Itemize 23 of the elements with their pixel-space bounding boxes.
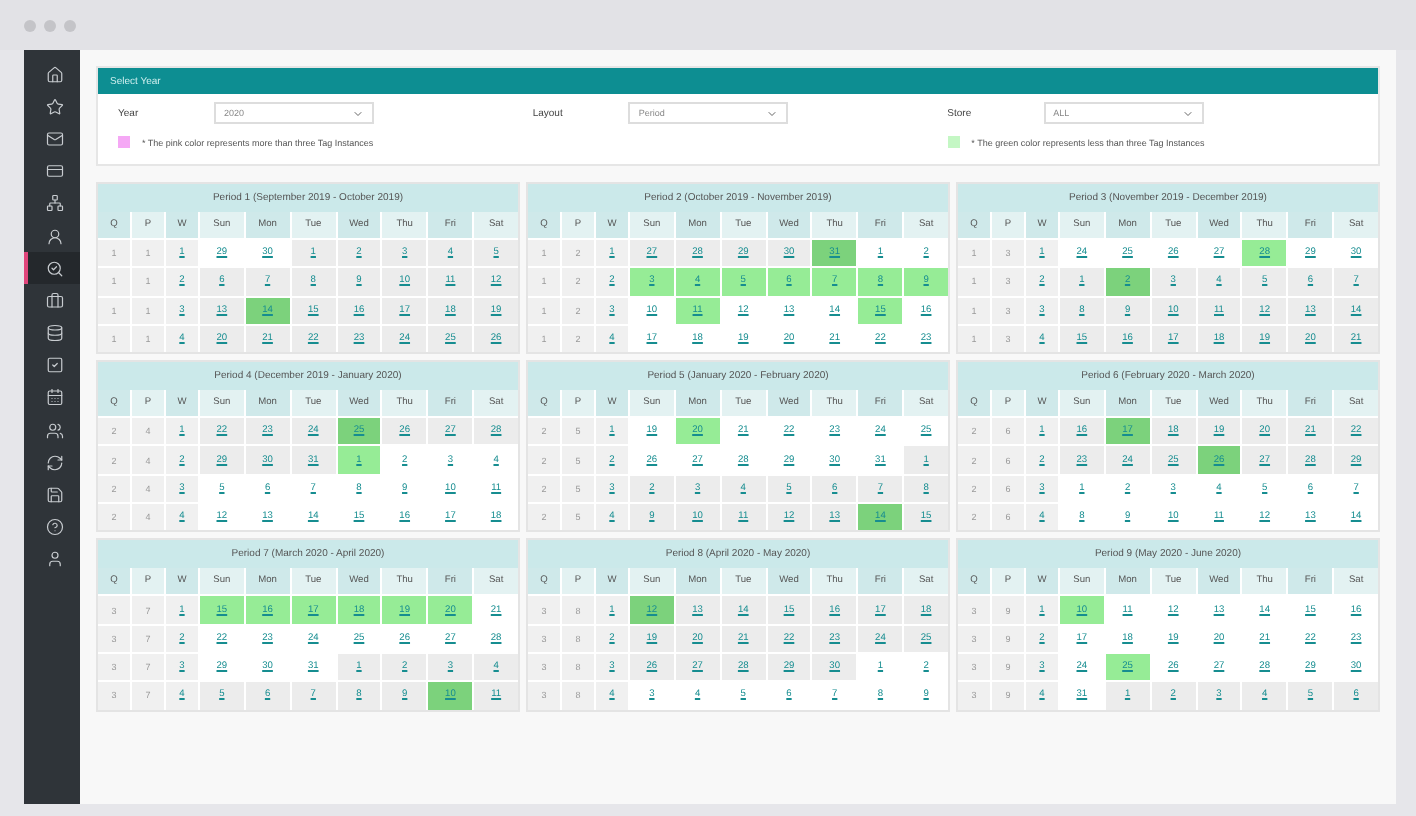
save-icon — [45, 486, 63, 505]
sitemap-icon — [45, 194, 63, 213]
window-dot-icon — [44, 19, 56, 31]
search-icon — [45, 259, 63, 278]
caret-icon — [766, 107, 779, 119]
calendar-icon — [45, 388, 63, 407]
mail-icon — [45, 129, 63, 148]
window-dot-icon — [64, 19, 76, 31]
user-icon — [45, 550, 63, 569]
database-icon — [45, 324, 63, 343]
card-icon — [45, 162, 63, 181]
users-icon — [45, 421, 63, 440]
window-dot-icon — [24, 19, 36, 31]
sidebar-item[interactable] — [24, 252, 80, 285]
caret-icon — [352, 107, 364, 119]
briefcase-icon — [45, 291, 63, 310]
star-icon — [45, 97, 63, 116]
user-icon — [45, 227, 63, 246]
checkbox-icon — [45, 356, 63, 375]
home-icon — [45, 65, 63, 84]
help-icon — [45, 518, 63, 537]
caret-icon — [1181, 107, 1194, 119]
refresh-icon — [45, 453, 63, 472]
